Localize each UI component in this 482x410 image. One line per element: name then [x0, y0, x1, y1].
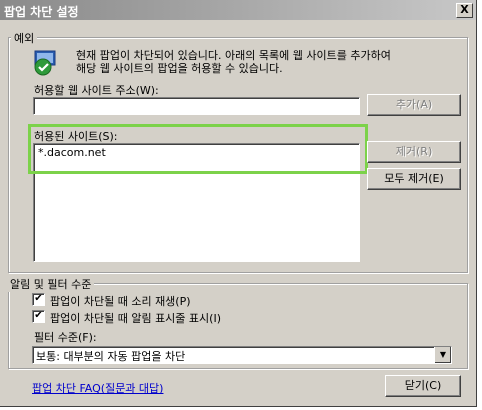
- chevron-down-icon[interactable]: ▼: [434, 347, 451, 363]
- notify-group-label: 알림 및 필터 수준: [7, 276, 95, 292]
- add-button[interactable]: 추가(A): [367, 94, 461, 116]
- close-window-button[interactable]: X: [456, 3, 473, 18]
- sound-checkbox[interactable]: ✔: [32, 293, 45, 306]
- filter-level-label: 필터 수준(F):: [34, 331, 97, 344]
- info-shield-icon: [34, 50, 56, 76]
- address-label: 허용할 웹 사이트 주소(W):: [34, 84, 159, 97]
- exceptions-group-label: 예외: [11, 30, 38, 46]
- info-text-line2: 해당 웹 사이트의 팝업을 허용할 수 있습니다.: [76, 62, 283, 75]
- filter-level-select[interactable]: 보통: 대부분의 자동 팝업을 차단 ▼: [32, 346, 452, 364]
- filter-level-value: 보통: 대부분의 자동 팝업을 차단: [36, 350, 186, 363]
- title-bar: 팝업 차단 설정 X: [0, 0, 476, 20]
- popup-blocker-dialog: 팝업 차단 설정 X 예외 현재 팝업이 차단되어 있습니다. 아래의 목록에 …: [0, 0, 477, 407]
- address-input[interactable]: [33, 97, 360, 115]
- sound-checkbox-label[interactable]: 팝업이 차단될 때 소리 재생(P): [50, 293, 191, 309]
- close-button[interactable]: 닫기(C): [385, 375, 461, 397]
- faq-link[interactable]: 팝업 차단 FAQ(질문과 대답): [32, 380, 163, 396]
- highlight-box: [28, 124, 368, 174]
- infobar-checkbox-label[interactable]: 팝업이 차단될 때 알림 표시줄 표시(I): [50, 310, 221, 326]
- remove-button[interactable]: 제거(R): [367, 141, 461, 163]
- infobar-checkbox[interactable]: ✔: [32, 310, 45, 323]
- window-title: 팝업 차단 설정: [4, 5, 79, 19]
- remove-all-button[interactable]: 모두 제거(E): [367, 168, 461, 190]
